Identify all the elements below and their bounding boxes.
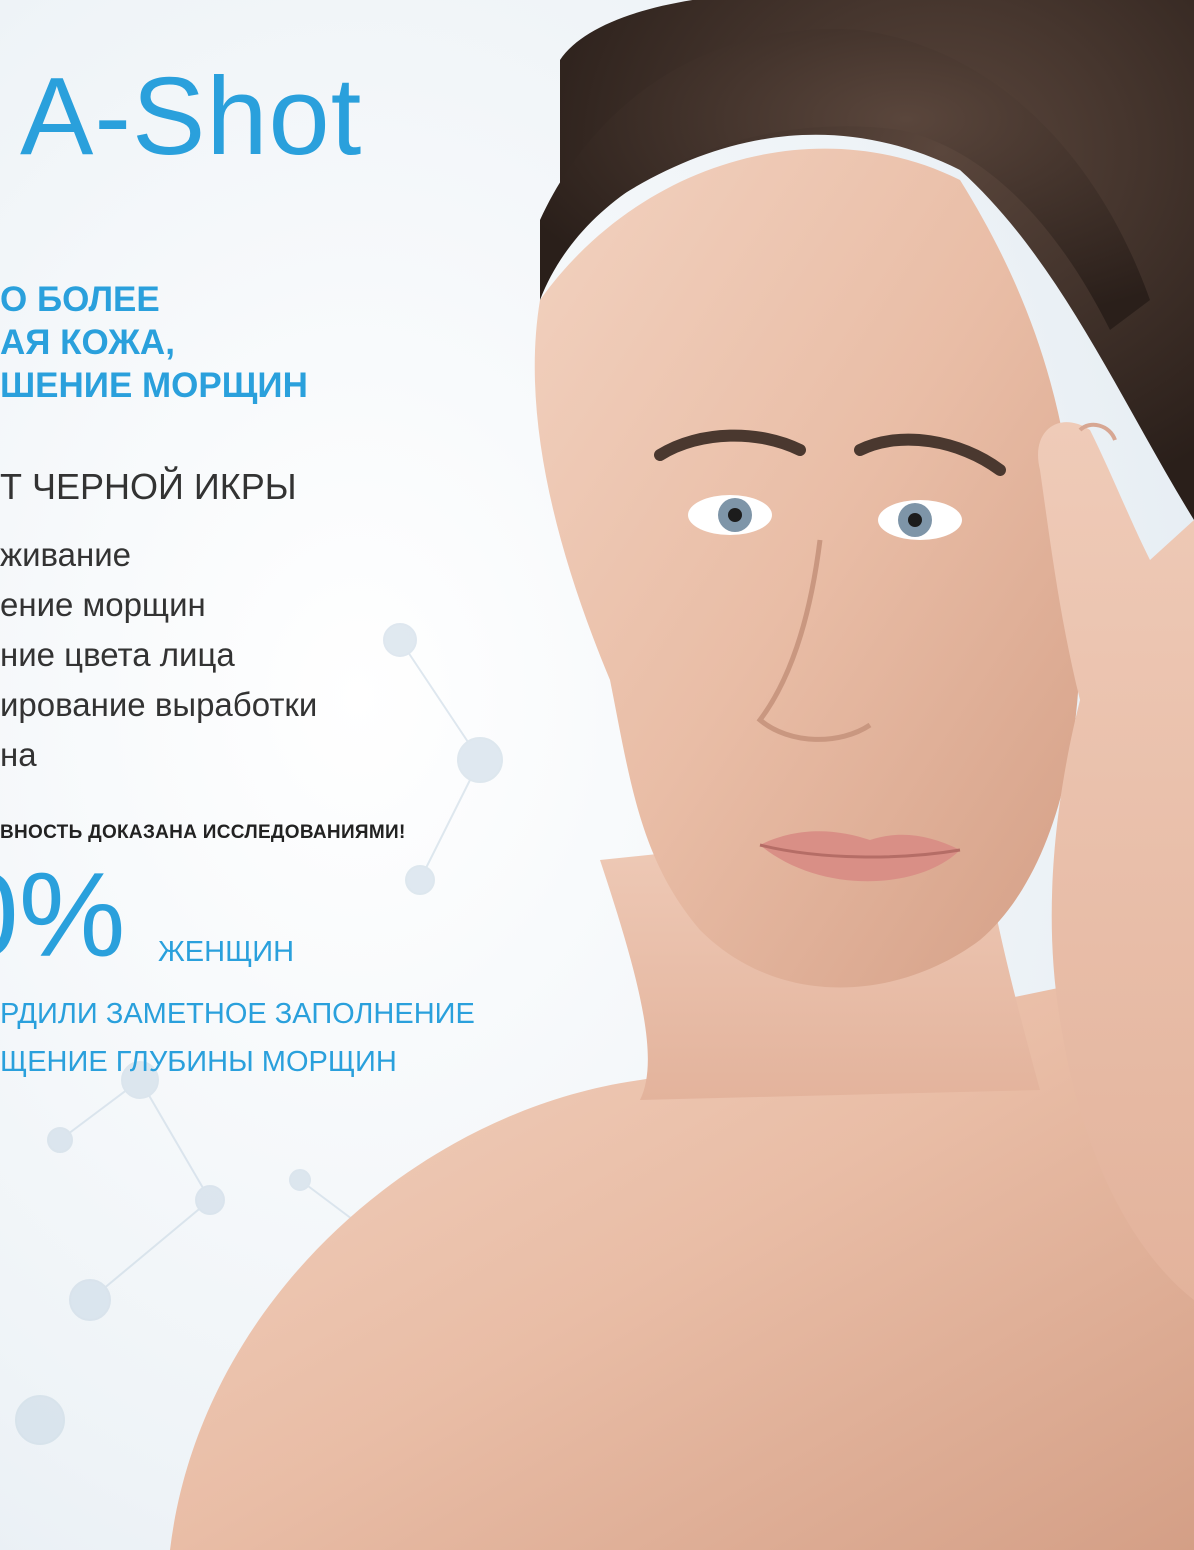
subheading: Т ЧЕРНОЙ ИКРЫ bbox=[0, 466, 297, 507]
benefit-item: ние цвета лица bbox=[0, 636, 235, 673]
stat-number: 0% bbox=[0, 848, 126, 982]
headline: О БОЛЕЕ АЯ КОЖА, ШЕНИЕ МОРЩИН bbox=[0, 278, 308, 407]
ad-page: A-Shot О БОЛЕЕ АЯ КОЖА, ШЕНИЕ МОРЩИН Т Ч… bbox=[0, 0, 1194, 1550]
stat-word: ЖЕНЩИН bbox=[158, 936, 295, 968]
benefit-item: ение морщин bbox=[0, 586, 206, 623]
headline-line: О БОЛЕЕ bbox=[0, 280, 160, 319]
result-line: ЩЕНИЕ ГЛУБИНЫ МОРЩИН bbox=[0, 1046, 397, 1078]
result-text: РДИЛИ ЗАМЕТНОЕ ЗАПОЛНЕНИЕ ЩЕНИЕ ГЛУБИНЫ … bbox=[0, 990, 475, 1086]
efficacy-note: ВНОСТЬ ДОКАЗАНА ИССЛЕДОВАНИЯМИ! bbox=[0, 822, 406, 843]
benefit-item: ирование выработки bbox=[0, 686, 318, 723]
headline-line: АЯ КОЖА, bbox=[0, 323, 175, 362]
benefit-item: на bbox=[0, 736, 37, 773]
benefit-item: живание bbox=[0, 536, 132, 573]
headline-line: ШЕНИЕ МОРЩИН bbox=[0, 366, 308, 405]
result-line: РДИЛИ ЗАМЕТНОЕ ЗАПОЛНЕНИЕ bbox=[0, 998, 475, 1030]
brand-title: A-Shot bbox=[20, 55, 363, 178]
benefits-list: живание ение морщин ние цвета лица ирова… bbox=[0, 530, 317, 780]
